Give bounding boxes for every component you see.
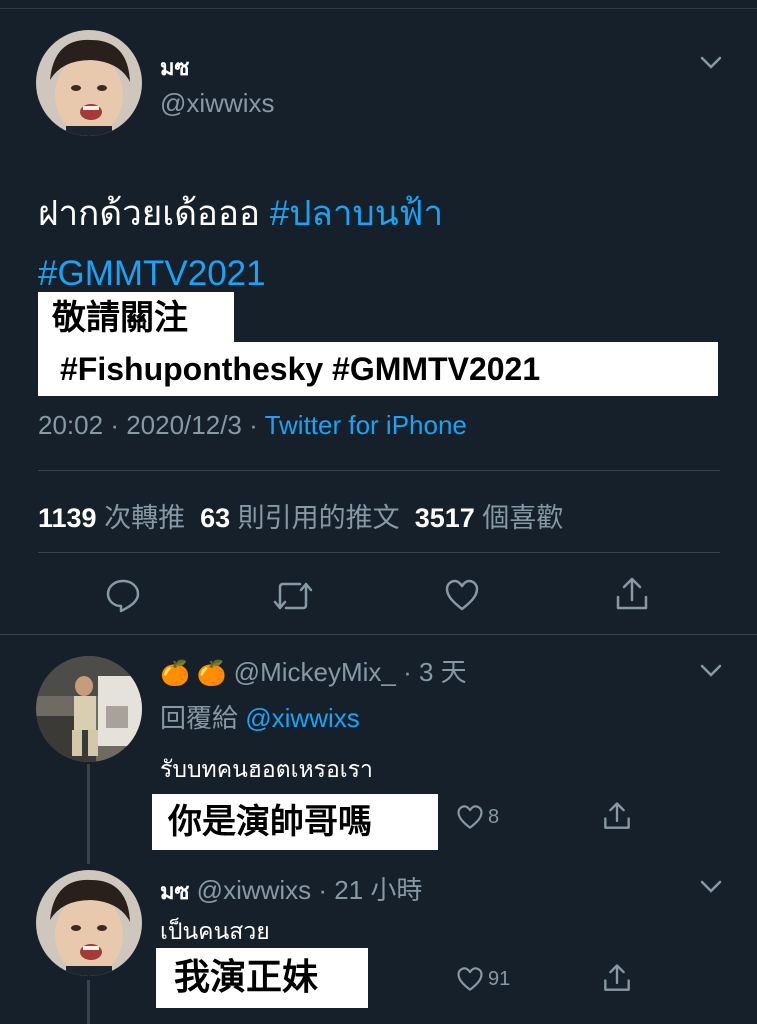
reply-text: รับบทคนฮอตเหรอเรา (160, 756, 373, 782)
reply-time: · 21 小時 (318, 875, 423, 905)
replying-to: 回覆給 @xiwwixs (160, 698, 360, 735)
like-count: 8 (488, 806, 500, 828)
reply-header: มซ @xiwwixs · 21 小時 (160, 870, 422, 909)
like-icon[interactable] (444, 578, 480, 612)
caption-overlay: 敬請關注 (38, 292, 234, 344)
chevron-down-icon[interactable] (700, 880, 722, 899)
divider (0, 634, 757, 635)
reply-text: เป็นคนสวย (160, 918, 270, 944)
reply-display-name[interactable]: มซ (160, 879, 189, 904)
author-handle[interactable]: @xiwwixs (160, 88, 275, 119)
retweet-count: 1139 (38, 503, 97, 533)
hashtag-link[interactable]: #ปลาบนฟ้า (270, 194, 443, 233)
separator-dot: · (249, 410, 258, 440)
caption-overlay: 我演正妹 (156, 948, 368, 1008)
tweet-time: 20:02 (38, 410, 104, 440)
tweet-text: ฝากด้วยเด้อออ (38, 194, 260, 233)
caption-overlay: 你是演帥哥嗎 (152, 794, 438, 850)
like-icon[interactable] (456, 966, 484, 992)
chevron-down-icon[interactable] (700, 664, 722, 683)
tweet-source-link[interactable]: Twitter for iPhone (265, 410, 467, 440)
reply-handle[interactable]: @xiwwixs (197, 875, 312, 905)
reply-handle[interactable]: @MickeyMix_ (234, 657, 396, 687)
retweet-icon[interactable] (272, 578, 314, 614)
reply-time: · 3 天 (403, 657, 467, 687)
quotes-stat[interactable]: 63 則引用的推文 (200, 503, 400, 533)
tweet-meta: 20:02 · 2020/12/3 · Twitter for iPhone (38, 410, 467, 441)
thread-line (87, 980, 90, 1024)
like-count: 3517 (414, 503, 475, 533)
like-count: 91 (488, 968, 511, 990)
share-icon[interactable] (602, 800, 632, 832)
reply-icon[interactable] (105, 577, 141, 613)
author-avatar[interactable] (36, 30, 142, 136)
like-icon[interactable] (456, 804, 484, 830)
top-divider (0, 8, 757, 9)
tweet-stats: 1139 次轉推 63 則引用的推文 3517 個喜歡 (38, 496, 563, 535)
replying-label: 回覆給 (160, 703, 239, 733)
chevron-down-icon[interactable] (700, 56, 722, 75)
replying-to-handle[interactable]: @xiwwixs (245, 703, 360, 733)
reply-author-avatar[interactable] (36, 656, 142, 762)
divider (38, 470, 720, 471)
share-icon[interactable] (602, 962, 632, 994)
reply-header: 🍊 🍊 @MickeyMix_ · 3 天 (160, 652, 467, 689)
divider (38, 552, 720, 553)
caption-overlay: #Fishuponthesky #GMMTV2021 (38, 342, 718, 396)
tweet-date: 2020/12/3 (126, 410, 242, 440)
quote-count: 63 (200, 503, 231, 533)
thread-line (87, 764, 90, 864)
share-icon[interactable] (614, 575, 650, 613)
retweets-stat[interactable]: 1139 次轉推 (38, 503, 185, 533)
reply-author-avatar[interactable] (36, 870, 142, 976)
quotes-label: 則引用的推文 (237, 503, 400, 533)
separator-dot: · (110, 410, 119, 440)
retweets-label: 次轉推 (104, 503, 186, 533)
orange-emoji-icon: 🍊 🍊 (160, 660, 227, 687)
likes-stat[interactable]: 3517 個喜歡 (415, 503, 564, 533)
author-display-name[interactable]: มซ (160, 50, 189, 85)
tweet-text-line1: ฝากด้วยเด้อออ #ปลาบนฟ้า (38, 184, 443, 244)
likes-label: 個喜歡 (482, 503, 564, 533)
